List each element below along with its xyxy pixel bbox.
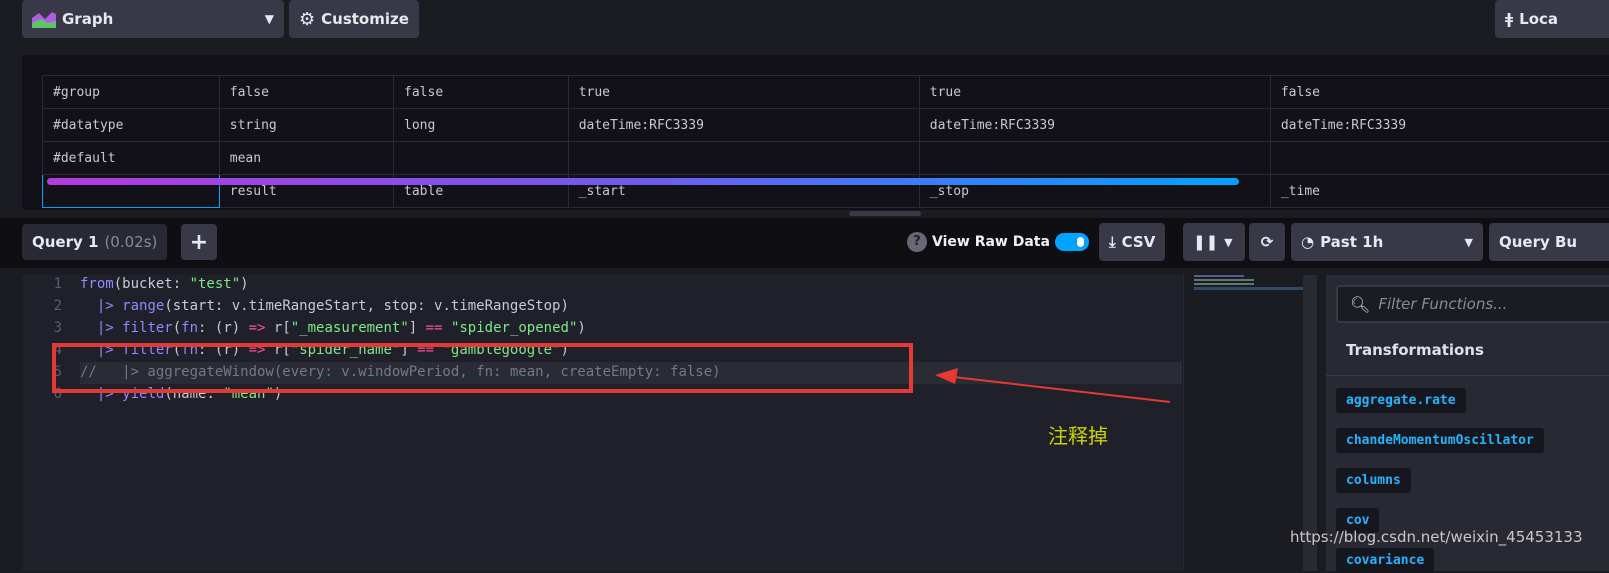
table-cell: mean bbox=[219, 142, 393, 175]
table-cell: _time bbox=[1270, 175, 1609, 208]
table-cell: false bbox=[394, 76, 569, 109]
line-number: 3 bbox=[22, 320, 62, 336]
pause-icon: ❚❚ bbox=[1193, 233, 1218, 251]
table-cell: #datatype bbox=[43, 109, 220, 142]
table-cell bbox=[919, 142, 1270, 175]
filter-placeholder: Filter Functions... bbox=[1378, 295, 1507, 313]
watermark: https://blog.csdn.net/weixin_45453133 bbox=[1290, 528, 1583, 546]
csv-download-button[interactable]: ⤓ CSV bbox=[1099, 223, 1165, 261]
table-cell: #default bbox=[43, 142, 220, 175]
table-cell bbox=[1270, 142, 1609, 175]
refresh-button[interactable]: ⟳ bbox=[1249, 223, 1285, 261]
local-button[interactable]: ǂ Loca bbox=[1495, 0, 1609, 38]
code-line-3: |> filter(fn: (r) => r["_measurement"] =… bbox=[80, 320, 586, 336]
view-raw-data-label: View Raw Data bbox=[932, 234, 1050, 250]
table-cell: dateTime:RFC3339 bbox=[568, 109, 919, 142]
horizontal-scrollbar[interactable] bbox=[47, 178, 1239, 185]
annotation-box bbox=[52, 343, 913, 393]
function-item[interactable]: columns bbox=[1336, 468, 1411, 493]
add-query-button[interactable]: + bbox=[181, 224, 217, 260]
table-cell: dateTime:RFC3339 bbox=[1270, 109, 1609, 142]
table-cell: dateTime:RFC3339 bbox=[919, 109, 1270, 142]
function-item[interactable]: chandeMomentumOscillator bbox=[1336, 428, 1544, 453]
clock-icon: ◔ bbox=[1301, 233, 1314, 251]
tab-label: Query 1 bbox=[32, 233, 98, 251]
table-cell: long bbox=[394, 109, 569, 142]
chevron-down-icon: ▼ bbox=[265, 12, 274, 26]
query-builder-button[interactable]: Query Bu bbox=[1489, 223, 1609, 261]
download-icon: ⤓ bbox=[1109, 233, 1116, 251]
gear-icon: ⚙ bbox=[299, 9, 315, 30]
table-cell: false bbox=[219, 76, 393, 109]
graph-icon bbox=[32, 10, 56, 28]
table-cell: #group bbox=[43, 76, 220, 109]
code-line-1: from(bucket: "test") bbox=[80, 276, 249, 292]
customize-button[interactable]: ⚙ Customize bbox=[289, 0, 419, 38]
table-cell: true bbox=[568, 76, 919, 109]
table-row: #groupfalsefalsetruetruefalse bbox=[43, 76, 1609, 109]
view-raw-data-toggle[interactable] bbox=[1055, 233, 1089, 251]
function-item[interactable]: aggregate.rate bbox=[1336, 388, 1466, 413]
table-row: #datatypestringlongdateTime:RFC3339dateT… bbox=[43, 109, 1609, 142]
filter-functions-input[interactable]: 🔍︎ Filter Functions... bbox=[1336, 285, 1609, 323]
raw-data-table: #groupfalsefalsetruetruefalse#datatypest… bbox=[42, 75, 1609, 208]
search-icon: 🔍︎ bbox=[1350, 295, 1370, 314]
pin-icon: ǂ bbox=[1505, 10, 1513, 28]
annotation-text: 注释掉 bbox=[1048, 420, 1108, 449]
time-range-label: Past 1h bbox=[1320, 233, 1383, 251]
code-line-2: |> range(start: v.timeRangeStart, stop: … bbox=[80, 298, 569, 314]
minimap[interactable] bbox=[1183, 275, 1303, 571]
time-range-dropdown[interactable]: ◔ Past 1h ▼ bbox=[1291, 223, 1483, 261]
section-title: Transformations bbox=[1346, 341, 1484, 359]
editor-scrollbar[interactable] bbox=[1303, 275, 1317, 571]
resize-handle[interactable] bbox=[849, 211, 921, 216]
raw-data-table-panel: #groupfalsefalsetruetruefalse#datatypest… bbox=[22, 55, 1609, 210]
local-label: Loca bbox=[1519, 10, 1558, 28]
pause-dropdown[interactable]: ❚❚ ▼ bbox=[1183, 223, 1245, 261]
table-cell: false bbox=[1270, 76, 1609, 109]
functions-panel: 🔍︎ Filter Functions... Transformations a… bbox=[1326, 275, 1609, 571]
chevron-down-icon: ▼ bbox=[1224, 236, 1232, 249]
visualization-type-dropdown[interactable]: Graph ▼ bbox=[22, 0, 284, 38]
chevron-down-icon: ▼ bbox=[1465, 236, 1473, 249]
graph-label: Graph bbox=[62, 10, 113, 28]
tab-query-1[interactable]: Query 1 (0.02s) bbox=[22, 224, 167, 260]
table-cell bbox=[568, 142, 919, 175]
customize-label: Customize bbox=[321, 10, 409, 28]
table-row: #defaultmean bbox=[43, 142, 1609, 175]
refresh-icon: ⟳ bbox=[1261, 233, 1274, 251]
function-item[interactable]: covariance bbox=[1336, 548, 1434, 573]
table-cell: true bbox=[919, 76, 1270, 109]
csv-label: CSV bbox=[1122, 233, 1156, 251]
table-cell: string bbox=[219, 109, 393, 142]
line-number: 2 bbox=[22, 298, 62, 314]
query-bar: Query 1 (0.02s) + ? View Raw Data ⤓ CSV ❚… bbox=[0, 218, 1609, 268]
line-number: 1 bbox=[22, 276, 62, 292]
table-cell bbox=[394, 142, 569, 175]
help-icon[interactable]: ? bbox=[907, 232, 927, 252]
annotation-arrow-icon bbox=[930, 365, 1175, 410]
tab-time: (0.02s) bbox=[104, 233, 157, 251]
